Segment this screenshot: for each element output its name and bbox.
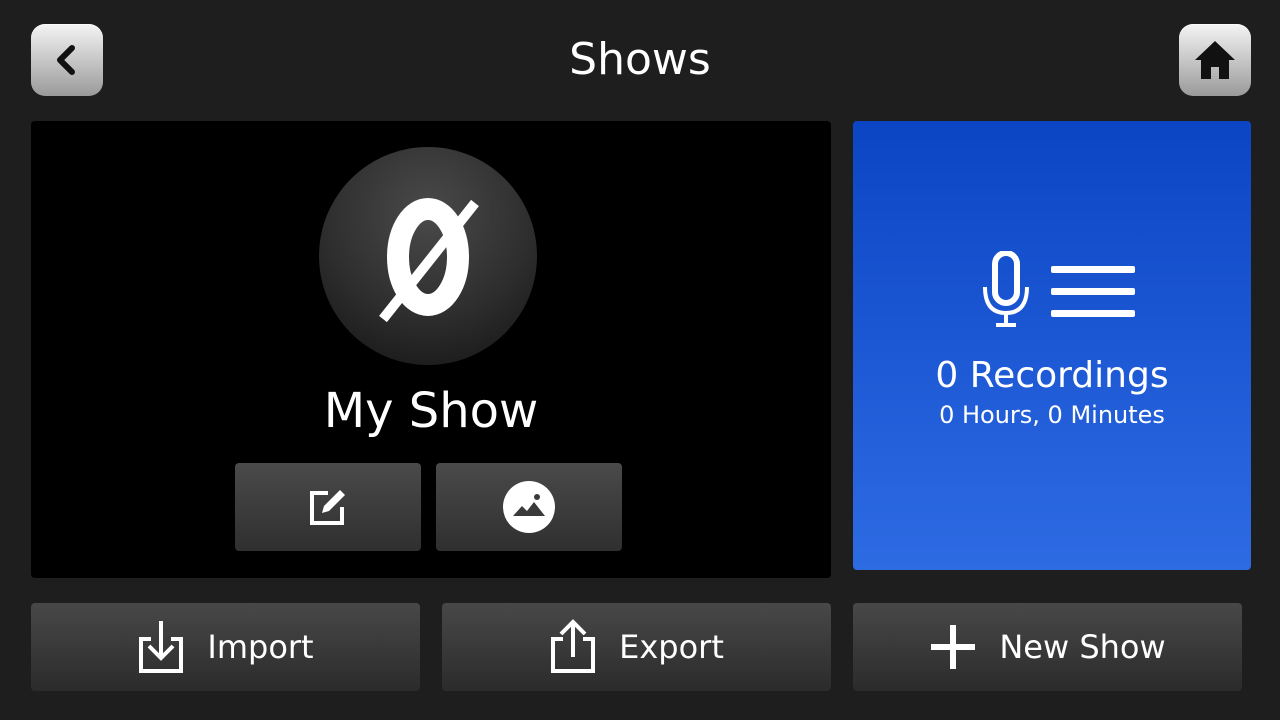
microphone-list-icon <box>983 251 1135 327</box>
page-title: Shows <box>569 34 711 85</box>
recordings-count: 0 Recordings <box>935 355 1169 396</box>
recordings-duration: 0 Hours, 0 Minutes <box>939 401 1165 429</box>
export-button[interactable]: Export <box>442 603 831 691</box>
new-show-button[interactable]: New Show <box>853 603 1242 691</box>
recordings-card[interactable]: 0 Recordings 0 Hours, 0 Minutes <box>853 121 1251 570</box>
home-button[interactable] <box>1179 24 1251 96</box>
show-logo <box>319 147 537 365</box>
import-icon <box>139 621 184 673</box>
edit-icon <box>310 490 345 525</box>
new-show-label: New Show <box>999 628 1166 666</box>
import-label: Import <box>207 628 314 666</box>
slashed-zero-icon <box>379 198 479 323</box>
export-icon <box>551 619 596 673</box>
shows-screen: Shows My Show 0 Recordings 0 Hours, 0 Mi… <box>0 0 1280 720</box>
import-button[interactable]: Import <box>31 603 420 691</box>
show-name: My Show <box>323 383 539 439</box>
show-card[interactable]: My Show <box>31 121 831 578</box>
image-icon <box>503 481 555 533</box>
home-icon <box>1195 41 1235 79</box>
edit-show-button[interactable] <box>235 463 421 551</box>
export-label: Export <box>619 628 724 666</box>
plus-icon <box>931 625 976 669</box>
change-image-button[interactable] <box>436 463 622 551</box>
